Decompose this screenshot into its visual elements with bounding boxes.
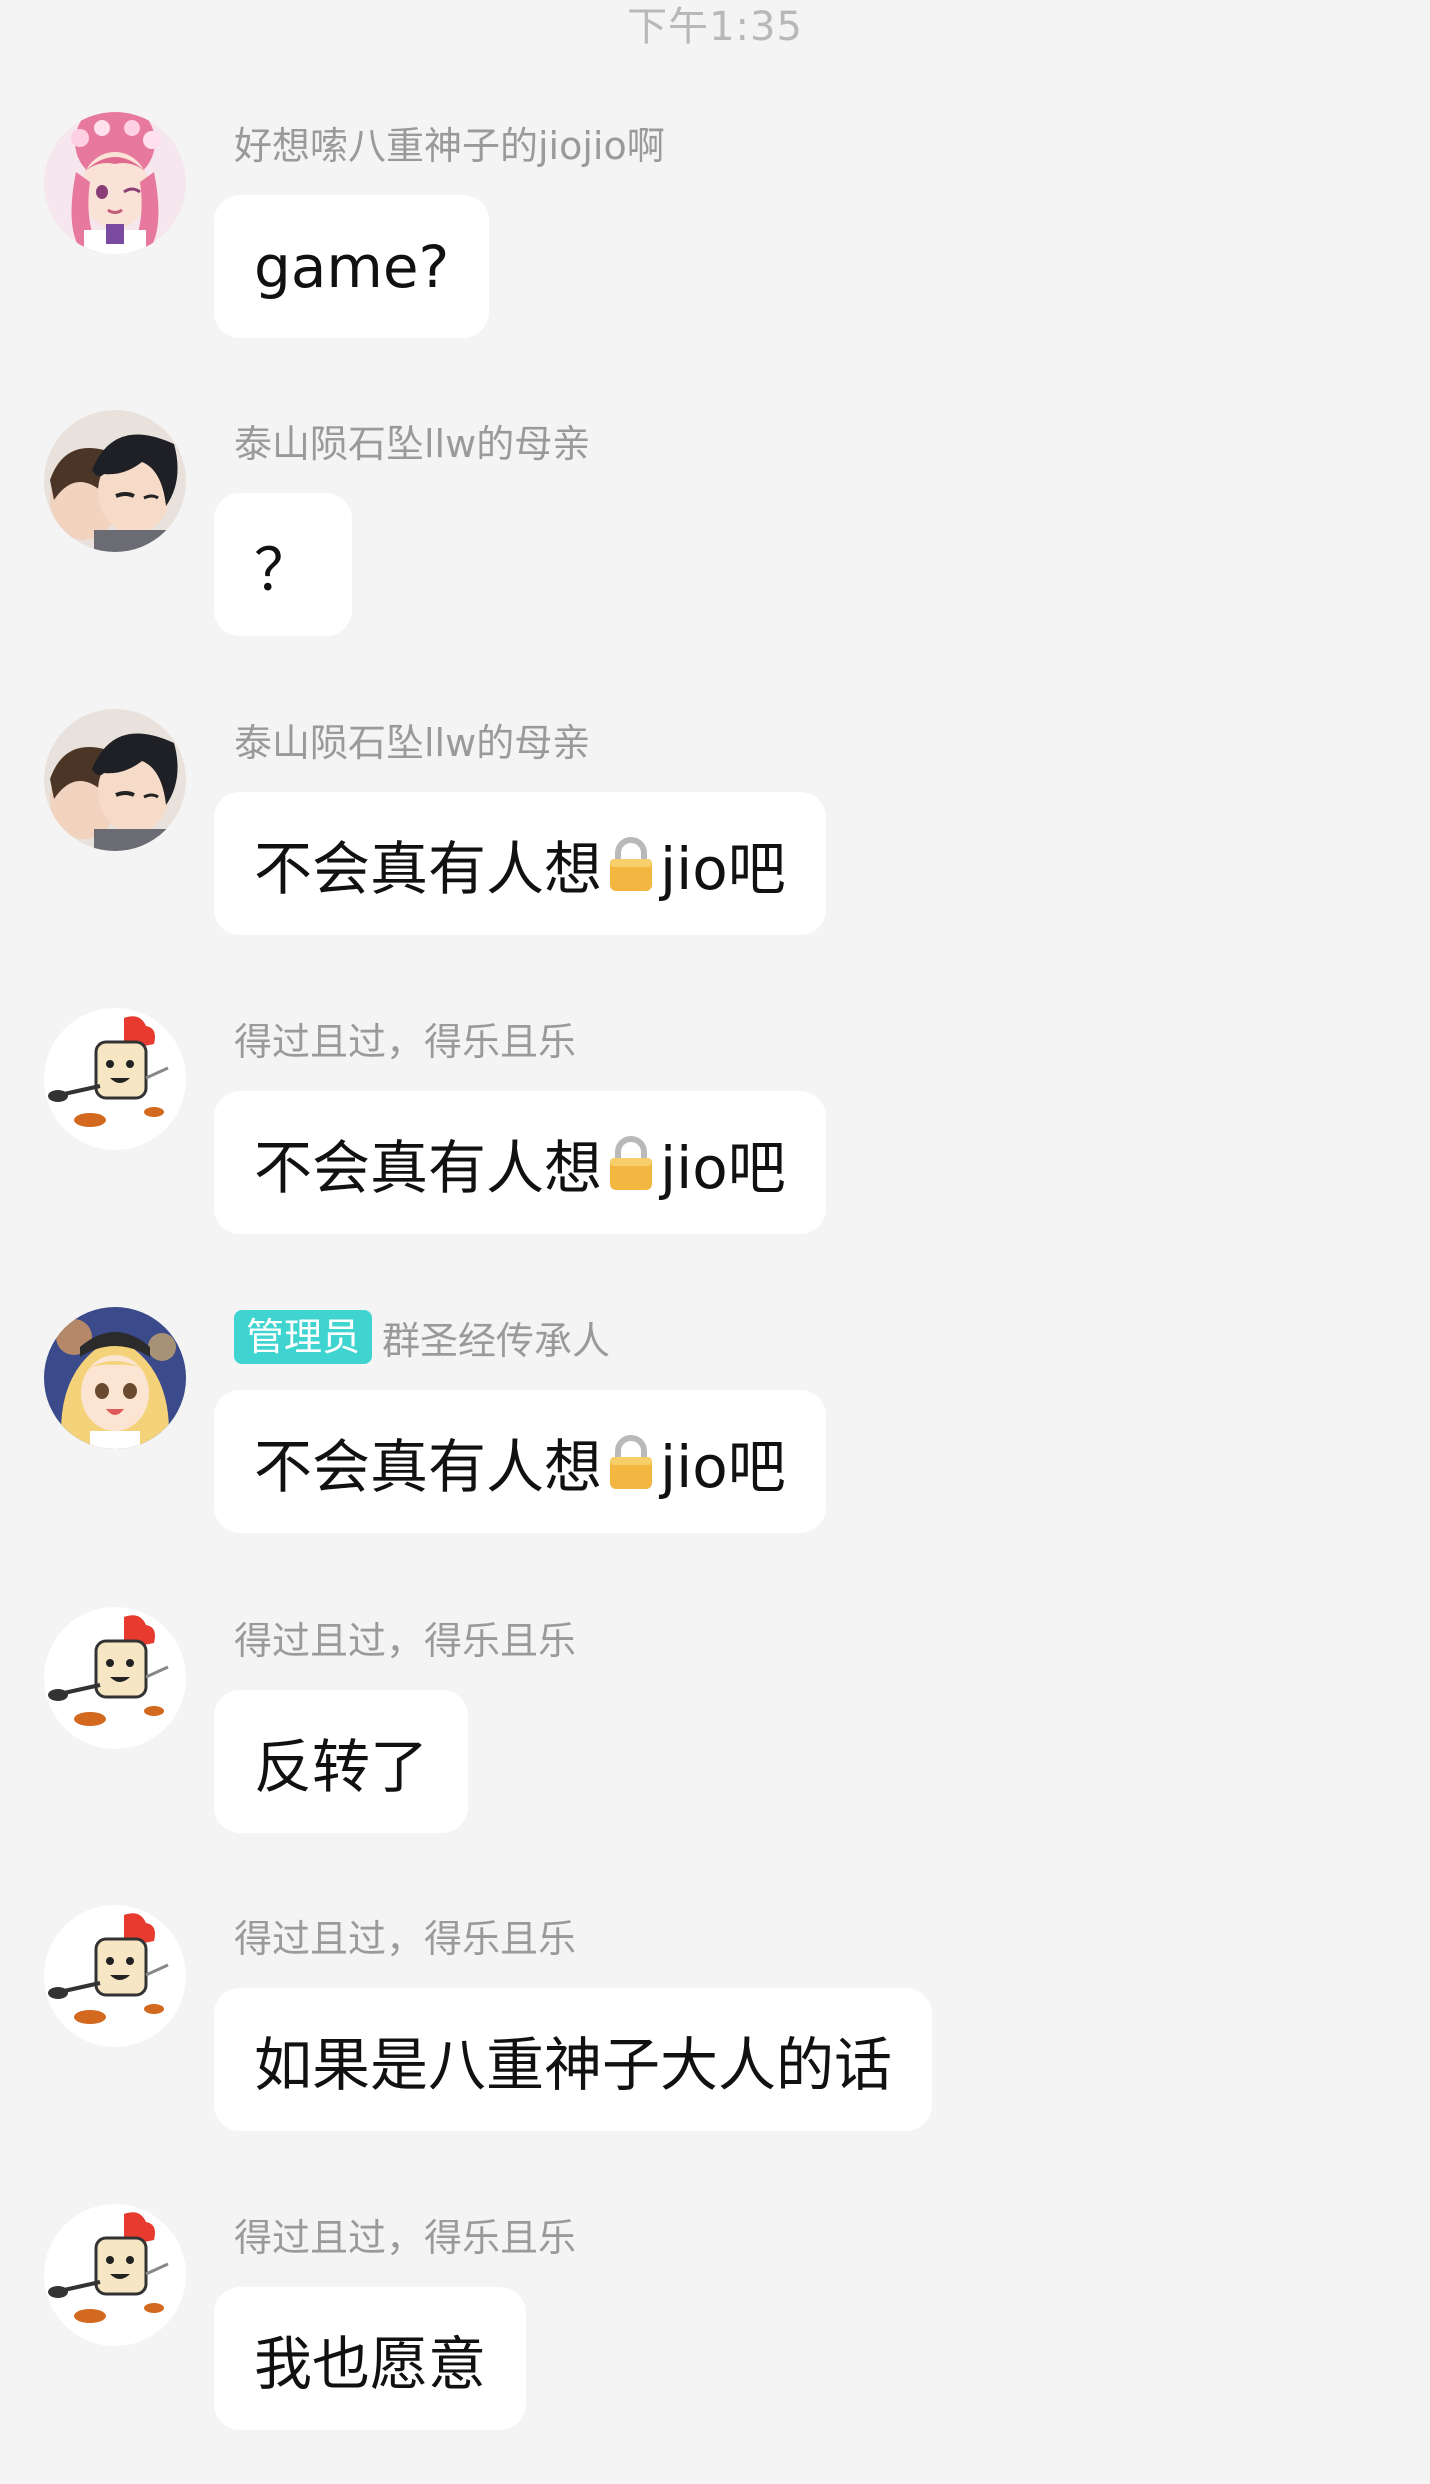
message-row: 管理员 群圣经传承人 不会真有人想 jio吧 bbox=[0, 1307, 1430, 1587]
message-text: 我也愿意 bbox=[254, 2329, 487, 2398]
message-bubble[interactable]: 如果是八重神子大人的话 bbox=[214, 1988, 933, 2131]
sender-name: 得过且过，得乐且乐 bbox=[234, 1618, 577, 1663]
toast-chef-cartoon-avatar-icon bbox=[44, 1905, 186, 2047]
message-text-after: jio吧 bbox=[660, 1432, 786, 1501]
avatar-blonde-girl[interactable] bbox=[44, 1307, 186, 1449]
message-text: game? bbox=[254, 232, 450, 301]
admin-badge: 管理员 bbox=[234, 1310, 373, 1364]
avatar-toast-chef[interactable] bbox=[44, 1008, 186, 1150]
sender-line: 管理员 群圣经传承人 bbox=[234, 1307, 610, 1367]
message-text-before: 不会真有人想 bbox=[254, 834, 603, 903]
message-row: 泰山陨石坠llw的母亲 不会真有人想 jio吧 bbox=[0, 709, 1430, 989]
sender-name: 得过且过，得乐且乐 bbox=[234, 2215, 577, 2260]
message-bubble[interactable]: 不会真有人想 jio吧 bbox=[214, 792, 826, 935]
sender-name: 群圣经传承人 bbox=[382, 1318, 611, 1363]
message-row: 泰山陨石坠llw的母亲 ？ bbox=[0, 410, 1430, 690]
message-text-before: 不会真有人想 bbox=[254, 1133, 603, 1202]
avatar-toast-chef[interactable] bbox=[44, 1607, 186, 1749]
sender-name: 得过且过，得乐且乐 bbox=[234, 1916, 577, 1961]
dark-hair-anime-boy-avatar-icon bbox=[44, 709, 186, 851]
toast-chef-cartoon-avatar-icon bbox=[44, 2204, 186, 2346]
pink-hair-anime-girl-avatar-icon bbox=[44, 112, 186, 254]
sender-name: 泰山陨石坠llw的母亲 bbox=[234, 421, 591, 466]
message-text-after: jio吧 bbox=[660, 834, 786, 903]
message-row: 得过且过，得乐且乐 我也愿意 bbox=[0, 2204, 1430, 2484]
message-row: 得过且过，得乐且乐 不会真有人想 jio吧 bbox=[0, 1008, 1430, 1288]
message-text: 如果是八重神子大人的话 bbox=[254, 2030, 893, 2099]
message-bubble[interactable]: 反转了 bbox=[214, 1690, 469, 1833]
toast-chef-cartoon-avatar-icon bbox=[44, 1607, 186, 1749]
avatar-dark-hair-boy[interactable] bbox=[44, 410, 186, 552]
message-bubble[interactable]: game? bbox=[214, 195, 490, 338]
message-text: ？ bbox=[254, 535, 313, 604]
lock-emoji-icon bbox=[606, 835, 656, 893]
toast-chef-cartoon-avatar-icon bbox=[44, 1008, 186, 1150]
message-text: 反转了 bbox=[254, 1732, 429, 1801]
avatar-pink-hair-girl[interactable] bbox=[44, 112, 186, 254]
blonde-anime-girl-avatar-icon bbox=[44, 1307, 186, 1449]
sender-name: 好想嗦八重神子的jiojio啊 bbox=[234, 123, 665, 168]
avatar-toast-chef[interactable] bbox=[44, 1905, 186, 2047]
message-bubble[interactable]: 不会真有人想 jio吧 bbox=[214, 1390, 826, 1533]
message-row: 好想嗦八重神子的jiojio啊 game? bbox=[0, 112, 1430, 392]
message-bubble[interactable]: 我也愿意 bbox=[214, 2287, 527, 2430]
avatar-dark-hair-boy[interactable] bbox=[44, 709, 186, 851]
sender-name: 泰山陨石坠llw的母亲 bbox=[234, 720, 591, 765]
avatar-toast-chef[interactable] bbox=[44, 2204, 186, 2346]
sender-name: 得过且过，得乐且乐 bbox=[234, 1019, 577, 1064]
lock-emoji-icon bbox=[606, 1433, 656, 1491]
message-row: 得过且过，得乐且乐 反转了 bbox=[0, 1607, 1430, 1887]
message-text-before: 不会真有人想 bbox=[254, 1432, 603, 1501]
dark-hair-anime-boy-avatar-icon bbox=[44, 410, 186, 552]
lock-emoji-icon bbox=[606, 1134, 656, 1192]
message-text-after: jio吧 bbox=[660, 1133, 786, 1202]
message-bubble[interactable]: 不会真有人想 jio吧 bbox=[214, 1091, 826, 1234]
message-bubble[interactable]: ？ bbox=[214, 493, 353, 636]
message-row: 得过且过，得乐且乐 如果是八重神子大人的话 bbox=[0, 1905, 1430, 2185]
timestamp: 下午1:35 bbox=[627, 4, 803, 50]
